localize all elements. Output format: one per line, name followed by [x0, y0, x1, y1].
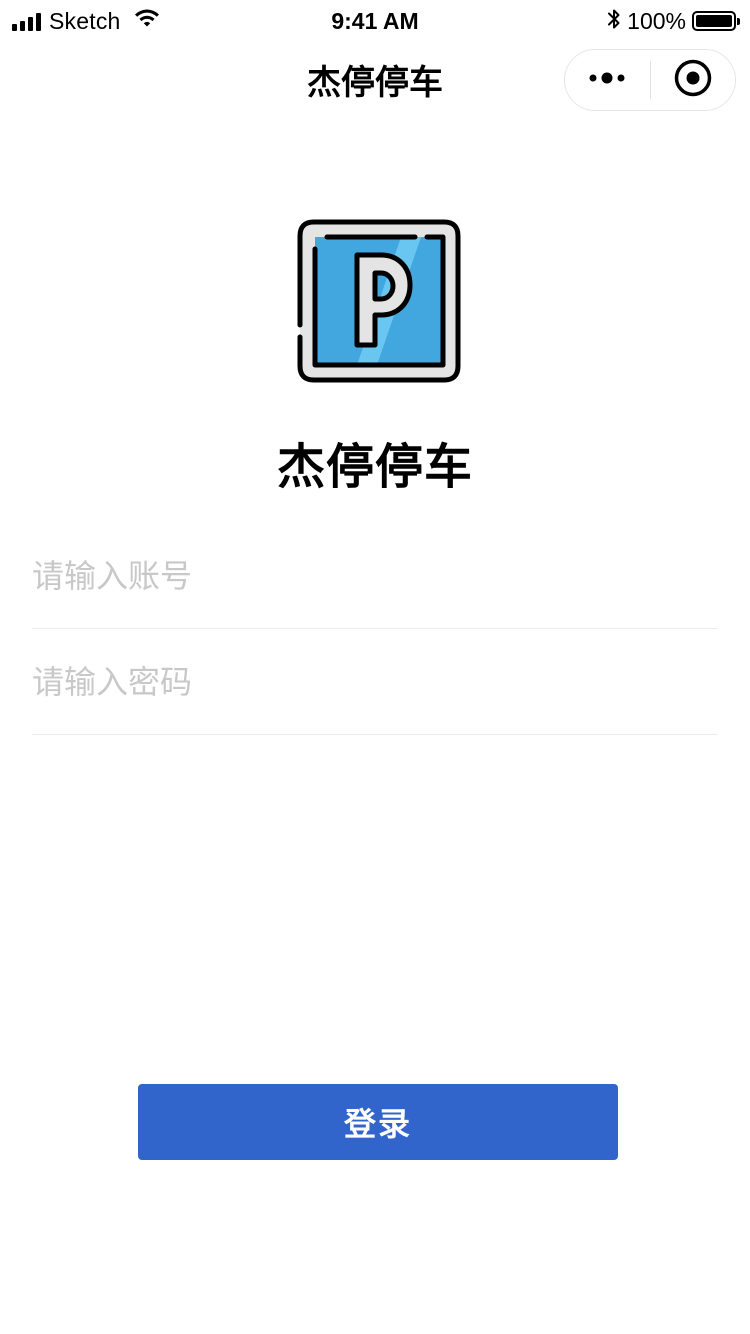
app-name: 杰停停车	[276, 441, 473, 494]
password-input[interactable]	[32, 629, 718, 734]
status-right: 100%	[607, 6, 740, 36]
password-field	[32, 629, 718, 735]
mini-program-capsule	[564, 49, 736, 111]
close-button[interactable]	[651, 50, 736, 110]
account-field	[32, 523, 718, 629]
navigation-bar: 杰停停车	[0, 40, 750, 128]
login-button[interactable]: 登录	[138, 1084, 618, 1160]
bluetooth-icon	[607, 7, 621, 36]
more-button[interactable]	[565, 50, 650, 110]
status-bar: Sketch 9:41 AM 100%	[0, 0, 750, 40]
parking-sign-icon	[297, 219, 461, 383]
battery-percentage: 100%	[627, 7, 686, 34]
close-target-icon	[673, 58, 713, 103]
more-icon	[587, 71, 627, 90]
account-input[interactable]	[32, 523, 718, 628]
battery-fill	[696, 15, 732, 27]
battery-icon	[692, 11, 740, 31]
